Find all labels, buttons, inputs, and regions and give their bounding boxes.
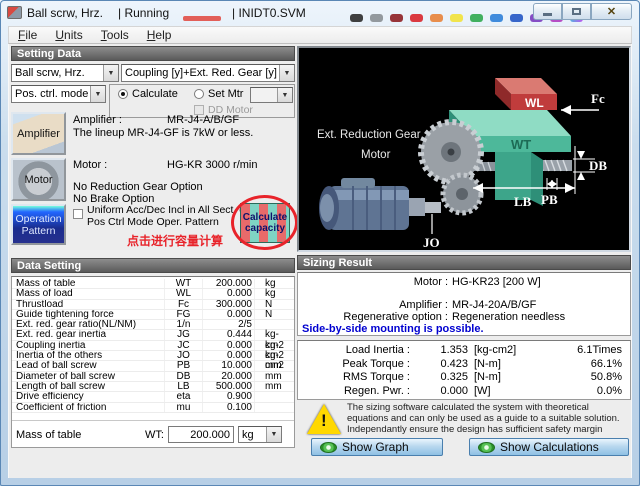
chevron-down-icon[interactable]: ▼ — [266, 427, 281, 442]
sizing-result-header: Sizing Result — [297, 255, 631, 270]
editor-label: Mass of table — [16, 429, 134, 441]
setting-data-header: Setting Data — [11, 46, 295, 61]
operation-pattern-button[interactable]: Operation Pattern — [11, 204, 66, 245]
control-mode-dropdown[interactable]: Pos. ctrl. mode ▼ — [11, 85, 106, 103]
result-row-rms-torque: RMS Torque :0.325[N-m]50.8% — [298, 371, 630, 385]
minimize-button[interactable] — [533, 3, 562, 20]
result-row-regen-power: Regen. Pwr. :0.000[W]0.0% — [298, 385, 630, 399]
menu-file[interactable]: File — [9, 27, 46, 43]
calculate-capacity-highlight — [231, 195, 298, 250]
result-regen-option: Regenerative option : Regeneration needl… — [298, 311, 630, 323]
app-window: Ball scrw, Hrz. | Running | INIDT0.SVM ✕… — [0, 0, 640, 486]
mechanism-dropdown[interactable]: Ball scrw, Hrz. ▼ — [11, 64, 119, 82]
window-title: Ball scrw, Hrz. — [27, 6, 103, 20]
motor-select-dropdown[interactable]: ▼ — [250, 87, 293, 103]
titlebar: Ball scrw, Hrz. | Running | INIDT0.SVM ✕ — [0, 0, 640, 26]
desktop-decoration-bar — [183, 16, 221, 21]
show-calculations-button[interactable]: Show Calculations — [469, 438, 629, 456]
warning-icon: ! — [307, 404, 341, 434]
minimize-icon — [543, 13, 552, 16]
amplifier-value: MR-J4-A/B/GF — [167, 114, 239, 126]
chevron-down-icon[interactable]: ▼ — [279, 65, 294, 81]
motor-diagram-label: Motor — [361, 149, 391, 161]
uniform-accdec-label: Uniform Acc/Dec Incl in All Sect. of Pos… — [87, 204, 248, 228]
radio-icon — [194, 89, 204, 99]
parameter-editor: Mass of table WT: kg ▼ — [12, 420, 294, 443]
client-area: Setting Data Ball scrw, Hrz. ▼ Coupling … — [8, 44, 632, 478]
chevron-down-icon[interactable]: ▼ — [90, 86, 105, 102]
wt-label: WT — [511, 137, 531, 152]
machine-illustration: WT WL — [297, 46, 631, 252]
window-filename: | INIDT0.SVM — [232, 6, 306, 20]
annotation-text: 点击进行容量计算 — [127, 232, 223, 249]
result-row-load-inertia: Load Inertia :1.353[kg-cm2]6.1Times — [298, 344, 630, 358]
radio-icon — [118, 89, 128, 99]
mass-of-table-input[interactable] — [168, 426, 234, 443]
fc-label: Fc — [591, 91, 605, 106]
db-label: DB — [589, 158, 607, 173]
result-panel: WT WL — [297, 44, 633, 478]
maximize-button[interactable] — [562, 3, 591, 20]
eye-icon — [320, 442, 337, 453]
show-graph-button[interactable]: Show Graph — [311, 438, 443, 456]
amplifier-note: The lineup MR-J4-GF is 7kW or less. — [73, 127, 253, 139]
maximize-icon — [572, 8, 581, 15]
motor-value: HG-KR 3000 r/min — [167, 159, 257, 171]
chevron-down-icon[interactable]: ▼ — [103, 65, 118, 81]
menu-units[interactable]: Units — [46, 27, 91, 43]
ext-reduction-gear-label: Ext. Reduction Gear — [317, 129, 421, 141]
machine-diagram-svg: WT WL — [299, 48, 629, 250]
setting-panel: Setting Data Ball scrw, Hrz. ▼ Coupling … — [9, 44, 297, 478]
pb-label: PB — [541, 192, 558, 207]
eye-icon — [478, 442, 495, 453]
window-status: | Running — [118, 6, 169, 20]
editor-symbol: WT: — [138, 429, 164, 441]
mounting-note: Side-by-side mounting is possible. — [298, 323, 630, 335]
menubar: File Units Tools Help — [8, 26, 632, 44]
set-mtr-radio[interactable]: Set Mtr — [194, 88, 243, 100]
motor-note-reduction: No Reduction Gear Option — [73, 181, 203, 193]
chevron-down-icon: ▼ — [277, 88, 292, 102]
result-motor: Motor : HG-KR23 [200 W] — [298, 276, 630, 288]
jo-label: JO — [423, 235, 440, 250]
data-setting-table: Mass of tableWT200.000kg Mass of loadWL0… — [11, 276, 295, 448]
warning-text: The sizing software calculated the syste… — [347, 402, 629, 435]
calculate-radio[interactable]: Calculate — [118, 88, 178, 100]
result-amplifier: Amplifier : MR-J4-20A/B/GF — [298, 299, 630, 311]
uniform-accdec-checkbox[interactable] — [73, 209, 83, 219]
coupling-dropdown[interactable]: Coupling [y]+Ext. Red. Gear [y] ▼ — [121, 64, 295, 82]
amplifier-label: Amplifier : — [73, 114, 122, 126]
wl-label: WL — [525, 96, 544, 110]
table-row[interactable]: Coefficient of frictionmu0.100 — [12, 403, 294, 413]
close-icon: ✕ — [607, 5, 616, 18]
close-button[interactable]: ✕ — [591, 3, 632, 20]
amplifier-button[interactable]: Amplifier — [11, 112, 66, 155]
calc-mode-groupbox: Calculate Set Mtr ▼ DD Motor — [109, 84, 295, 118]
menu-help[interactable]: Help — [138, 27, 181, 43]
window-controls: ✕ — [533, 3, 632, 20]
data-setting-header: Data Setting — [11, 258, 295, 273]
menu-tools[interactable]: Tools — [92, 27, 138, 43]
motor-button[interactable]: Motor — [11, 158, 66, 201]
motor-label: Motor : — [73, 159, 107, 171]
unit-dropdown[interactable]: kg ▼ — [238, 426, 282, 443]
app-icon — [7, 6, 22, 19]
lb-label: LB — [514, 194, 532, 209]
result-row-peak-torque: Peak Torque :0.423[N-m]66.1% — [298, 358, 630, 372]
sizing-result-values: Load Inertia :1.353[kg-cm2]6.1Times Peak… — [297, 340, 631, 400]
sizing-result-summary: Motor : HG-KR23 [200 W] Amplifier : MR-J… — [297, 272, 631, 336]
